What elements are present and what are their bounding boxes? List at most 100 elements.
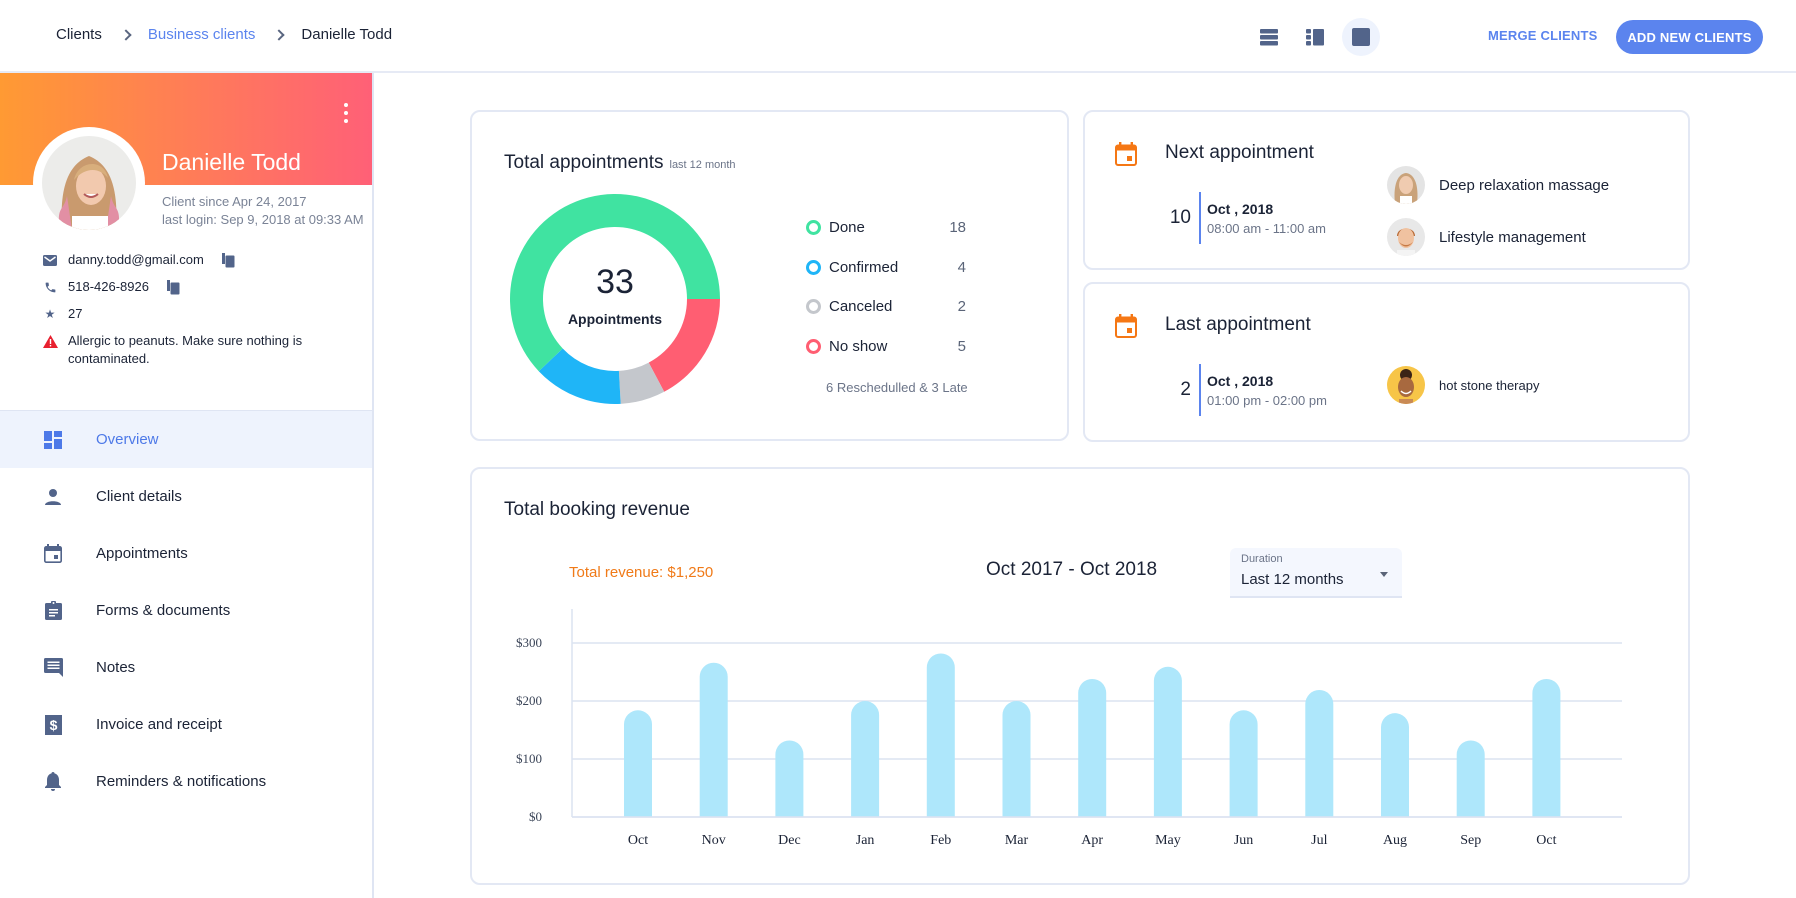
y-tick-label: $0	[529, 809, 542, 824]
nav-item-overview[interactable]: Overview	[0, 411, 372, 468]
revenue-bar-oct-12[interactable]	[1532, 678, 1561, 831]
add-new-clients-button[interactable]: ADD NEW CLIENTS	[1616, 20, 1763, 54]
service-item[interactable]: Lifestyle management	[1387, 218, 1586, 256]
clipboard-icon	[42, 601, 64, 620]
revenue-bar-nov-1[interactable]	[699, 662, 728, 831]
revenue-bar-aug-10[interactable]	[1381, 713, 1409, 831]
merge-clients-button[interactable]: MERGE CLIENTS	[1488, 28, 1598, 43]
appointment-time: 01:00 pm - 02:00 pm	[1207, 392, 1327, 408]
client-since: Client since Apr 24, 2017	[162, 194, 307, 209]
phone-row: 518-426-8926	[42, 278, 362, 296]
revenue-bar-chart: $0 $100 $200 $300 Oct Nov Dec Jan Feb Mar Apr May Ju…	[516, 609, 1622, 848]
next-appointment-date: 10 Oct , 2018 08:00 am - 11:00 am	[1165, 192, 1326, 244]
staff-avatar	[1387, 218, 1425, 256]
x-tick-label: Nov	[702, 833, 726, 848]
nav-item-notes[interactable]: Notes	[0, 639, 372, 696]
client-info: danny.todd@gmail.com 518-426-8926 ★ 27 A…	[42, 251, 362, 377]
legend-item-done[interactable]: Done 18	[806, 208, 966, 248]
copy-phone-icon[interactable]	[166, 278, 180, 296]
nav-item-appointments[interactable]: Appointments	[0, 525, 372, 582]
last-appointment-card: Last appointment 2 Oct , 2018 01:00 pm -…	[1083, 282, 1690, 442]
legend-item-no-show[interactable]: No show 5	[806, 327, 966, 367]
service-item[interactable]: hot stone therapy	[1387, 366, 1539, 404]
calendar-icon	[1115, 314, 1137, 343]
reschedule-note: 6 Reschedulled & 3 Late	[826, 380, 968, 395]
single-view-button[interactable]	[1342, 18, 1380, 56]
more-options-icon[interactable]	[342, 103, 350, 123]
revenue-bar-may-7[interactable]	[1153, 666, 1182, 831]
legend-dot-icon	[806, 299, 821, 315]
nav-item-client-details[interactable]: Client details	[0, 468, 372, 525]
nav-item-invoice-receipt[interactable]: $ Invoice and receipt	[0, 696, 372, 753]
client-email[interactable]: danny.todd@gmail.com	[68, 251, 204, 269]
service-name: hot stone therapy	[1439, 377, 1540, 393]
copy-email-icon[interactable]	[221, 251, 235, 269]
x-tick-label: Oct	[1536, 833, 1556, 848]
x-tick-label: Feb	[930, 833, 951, 848]
legend-value: 18	[949, 219, 966, 237]
legend-item-confirmed[interactable]: Confirmed 4	[806, 248, 966, 288]
revenue-bar-oct-0[interactable]	[624, 710, 652, 831]
legend-dot-icon	[806, 338, 821, 354]
legend-label: Done	[829, 219, 865, 237]
next-appointment-title: Next appointment	[1165, 142, 1314, 163]
client-phone[interactable]: 518-426-8926	[68, 278, 149, 296]
total-appointments-card: Total appointments last 12 month 33 Appo…	[470, 110, 1069, 441]
receipt-dollar-icon: $	[42, 714, 64, 735]
client-nav: Overview Client details Appointments For…	[0, 410, 372, 810]
last-appointment-date: 2 Oct , 2018 01:00 pm - 02:00 pm	[1165, 364, 1327, 416]
staff-avatar	[1387, 166, 1425, 204]
split-view-button[interactable]	[1296, 18, 1334, 56]
breadcrumb: Clients Business clients Danielle Todd	[56, 26, 392, 43]
x-tick-label: Sep	[1460, 833, 1481, 848]
date-divider	[1199, 364, 1201, 416]
y-tick-label: $300	[516, 635, 542, 650]
revenue-bar-mar-5[interactable]	[1002, 701, 1031, 831]
x-tick-label: Jun	[1234, 833, 1253, 848]
svg-text:$: $	[49, 717, 57, 733]
nav-label: Invoice and receipt	[96, 716, 222, 733]
revenue-bar-jan-3[interactable]	[851, 701, 880, 831]
card-subtitle: last 12 month	[669, 159, 736, 171]
legend-value: 4	[957, 258, 966, 276]
client-avatar	[33, 127, 145, 239]
appointment-month-year: Oct , 2018	[1207, 200, 1274, 217]
revenue-bar-jul-9[interactable]	[1305, 689, 1334, 831]
breadcrumb-clients[interactable]: Clients	[56, 26, 102, 43]
nav-item-reminders[interactable]: Reminders & notifications	[0, 753, 372, 810]
appointments-donut-chart: 33 Appointments	[508, 192, 722, 406]
comment-icon	[42, 658, 64, 677]
phone-icon	[42, 278, 58, 296]
revenue-bar-jun-8[interactable]	[1229, 710, 1258, 831]
last-login: last login: Sep 9, 2018 at 09:33 AM	[162, 212, 364, 227]
alert-row: Allergic to peanuts. Make sure nothing i…	[42, 332, 362, 368]
legend-dot-icon	[806, 259, 821, 275]
list-view-button[interactable]	[1250, 18, 1288, 56]
donut-slice-no-show[interactable]	[648, 299, 720, 392]
legend-value: 5	[957, 337, 966, 355]
date-divider	[1199, 192, 1201, 244]
nav-item-forms-documents[interactable]: Forms & documents	[0, 582, 372, 639]
client-name: Danielle Todd	[162, 149, 301, 175]
last-appointment-title: Last appointment	[1165, 314, 1311, 335]
person-icon	[42, 488, 64, 506]
donut-legend: Done 18 Confirmed 4 Canceled 2 No show 5	[806, 208, 966, 366]
x-tick-label: Apr	[1081, 833, 1103, 848]
revenue-bar-apr-6[interactable]	[1078, 678, 1107, 831]
donut-svg	[510, 194, 720, 404]
client-points: 27	[68, 306, 83, 321]
legend-label: No show	[829, 337, 888, 355]
email-icon	[42, 251, 58, 269]
top-bar: Clients Business clients Danielle Todd M…	[0, 0, 1796, 73]
nav-label: Client details	[96, 488, 182, 505]
service-item[interactable]: Deep relaxation massage	[1387, 166, 1609, 204]
legend-item-canceled[interactable]: Canceled 2	[806, 287, 966, 327]
warning-icon	[42, 332, 58, 350]
breadcrumb-business-clients[interactable]: Business clients	[148, 26, 256, 43]
breadcrumb-current: Danielle Todd	[301, 26, 393, 43]
next-appointment-card: Next appointment 10 Oct , 2018 08:00 am …	[1083, 110, 1690, 270]
nav-label: Reminders & notifications	[96, 773, 267, 790]
x-tick-label: Dec	[778, 833, 801, 848]
legend-value: 2	[957, 298, 966, 316]
revenue-bar-feb-4[interactable]	[926, 653, 955, 831]
